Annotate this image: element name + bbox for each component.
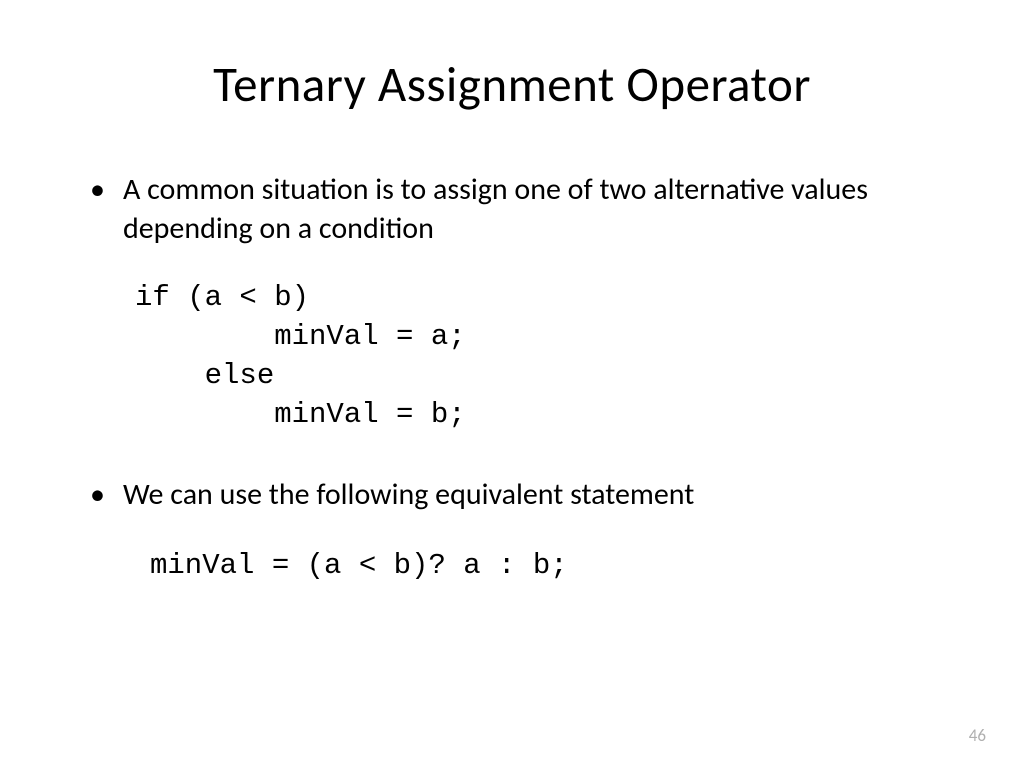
bullet-marker: • [90, 475, 105, 514]
bullet-text: A common situation is to assign one of t… [123, 170, 954, 248]
code-block-ternary: minVal = (a < b)? a : b; [150, 546, 954, 585]
slide: Ternary Assignment Operator • A common s… [0, 0, 1024, 768]
slide-content: • A common situation is to assign one of… [70, 170, 954, 585]
bullet-text: We can use the following equivalent stat… [123, 475, 694, 514]
code-block-if-else: if (a < b) minVal = a; else minVal = b; [135, 278, 954, 435]
bullet-item: • A common situation is to assign one of… [90, 170, 954, 248]
page-number: 46 [969, 725, 986, 746]
bullet-item: • We can use the following equivalent st… [90, 475, 954, 514]
bullet-marker: • [90, 170, 105, 209]
slide-title: Ternary Assignment Operator [70, 55, 954, 115]
